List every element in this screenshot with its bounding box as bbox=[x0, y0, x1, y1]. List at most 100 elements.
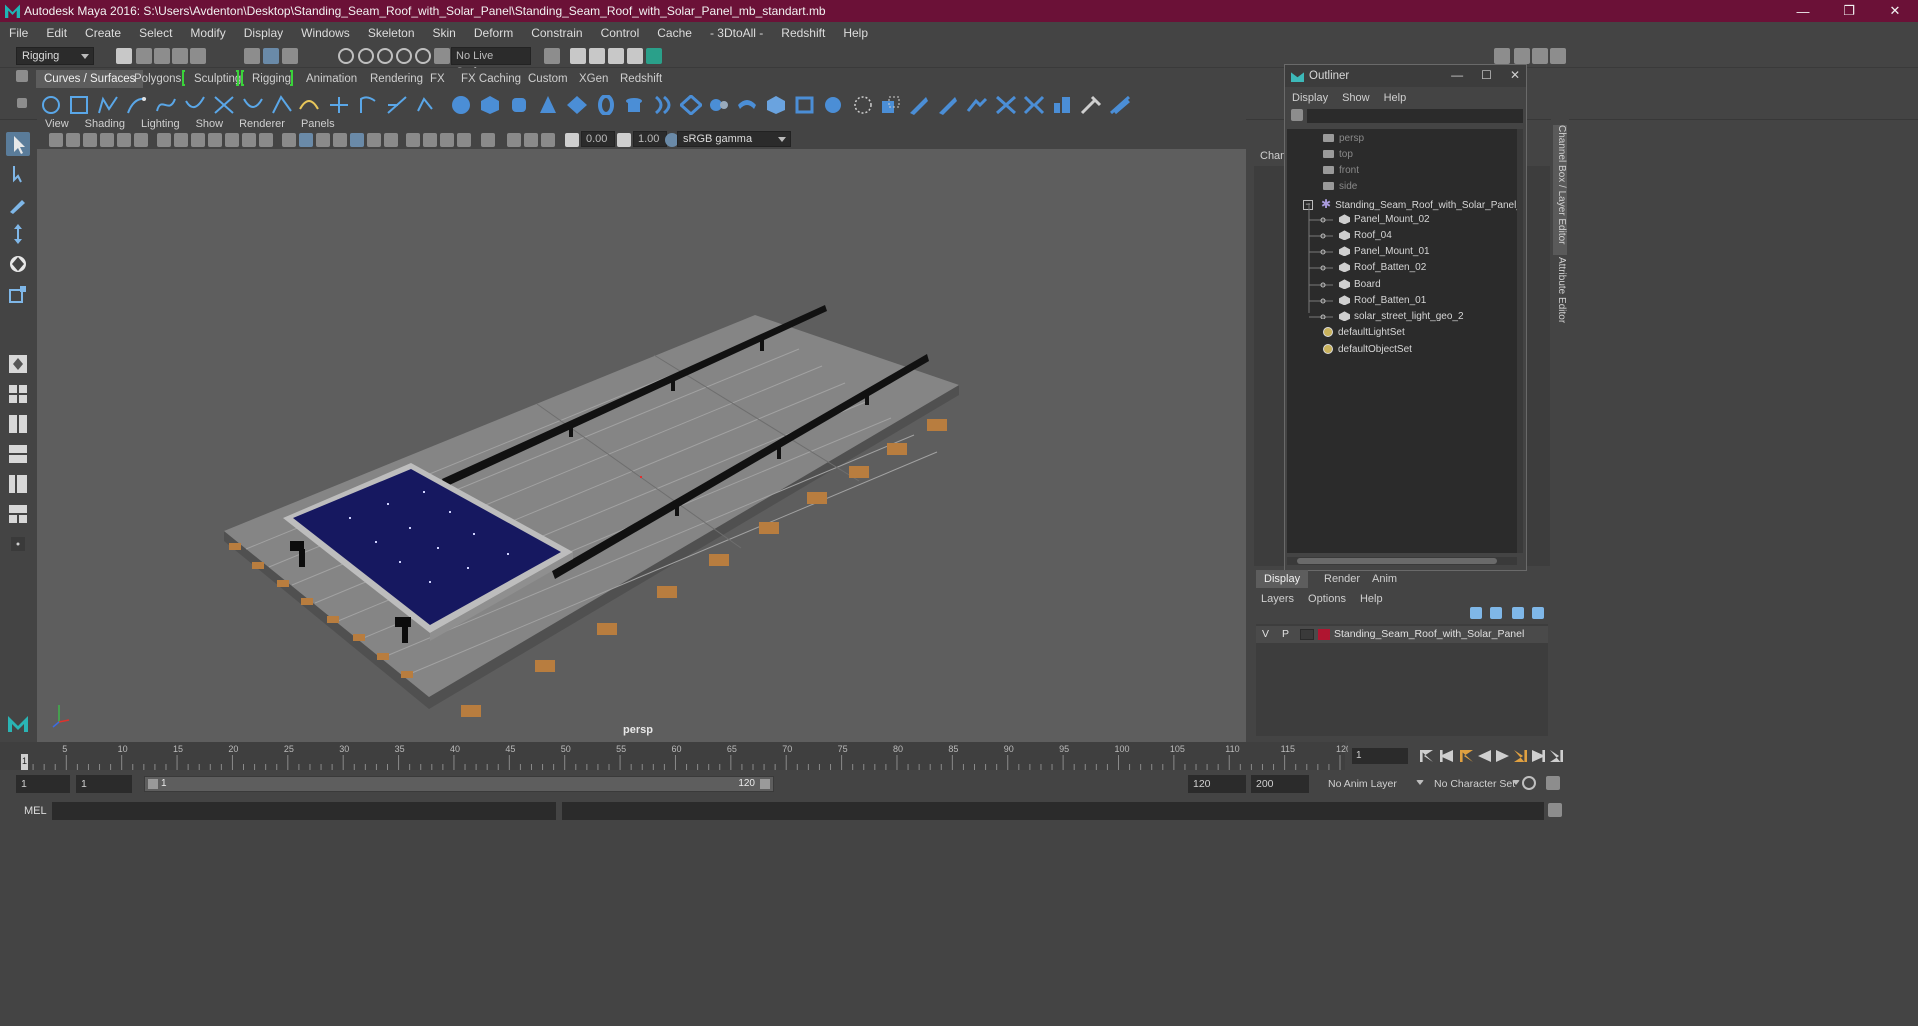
toggle-channel-box-icon[interactable] bbox=[1550, 48, 1566, 64]
outliner-scroll-thumb[interactable] bbox=[1297, 558, 1497, 564]
isolate-select-icon[interactable] bbox=[457, 133, 471, 147]
tab-fx-caching[interactable]: FX Caching bbox=[453, 70, 529, 88]
maya-home-icon[interactable] bbox=[6, 710, 30, 734]
detach-surfaces-icon[interactable] bbox=[995, 95, 1017, 115]
align-surfaces-icon[interactable] bbox=[1023, 95, 1045, 115]
camera-attributes-icon[interactable] bbox=[66, 133, 80, 147]
nurbs-sphere-icon[interactable] bbox=[450, 95, 472, 115]
menu-windows[interactable]: Windows bbox=[292, 26, 359, 40]
command-language-label[interactable]: MEL bbox=[24, 805, 47, 817]
snap-view-plane-icon[interactable] bbox=[396, 48, 412, 64]
lasso-tool-icon[interactable] bbox=[6, 162, 30, 186]
film-gate-icon[interactable] bbox=[174, 133, 188, 147]
safe-action-icon[interactable] bbox=[242, 133, 256, 147]
square-surface-icon[interactable] bbox=[823, 95, 845, 115]
textured-icon[interactable] bbox=[333, 133, 347, 147]
vp-menu-renderer[interactable]: Renderer bbox=[231, 118, 293, 130]
vp-menu-show[interactable]: Show bbox=[188, 118, 232, 130]
motion-blur-icon[interactable] bbox=[406, 133, 420, 147]
toolbox-more-icon[interactable] bbox=[6, 532, 30, 556]
range-bar[interactable]: 1 120 bbox=[144, 776, 774, 792]
anim-layer-selector[interactable]: No Anim Layer bbox=[1328, 778, 1397, 790]
layer-menu-help[interactable]: Help bbox=[1353, 590, 1390, 608]
new-layer-from-selected-icon[interactable] bbox=[1532, 607, 1544, 619]
bezier-curve-icon[interactable] bbox=[155, 95, 177, 115]
birail-icon[interactable] bbox=[736, 95, 758, 115]
gamma-icon[interactable] bbox=[617, 133, 631, 147]
safe-title-icon[interactable] bbox=[259, 133, 273, 147]
save-scene-icon[interactable] bbox=[154, 48, 170, 64]
command-input[interactable] bbox=[52, 802, 556, 820]
outliner-menu-display[interactable]: Display bbox=[1285, 89, 1335, 107]
depth-of-field-icon[interactable] bbox=[440, 133, 454, 147]
vp-menu-view[interactable]: View bbox=[37, 118, 77, 130]
menu-deform[interactable]: Deform bbox=[465, 26, 522, 40]
use-all-lights-icon[interactable] bbox=[350, 133, 364, 147]
tab-layer-anim[interactable]: Anim bbox=[1364, 570, 1405, 588]
play-forwards-icon[interactable] bbox=[1496, 750, 1509, 762]
menu-constrain[interactable]: Constrain bbox=[522, 26, 591, 40]
layer-menu-options[interactable]: Options bbox=[1301, 590, 1353, 608]
side-by-side-layout-icon[interactable] bbox=[6, 412, 30, 436]
outliner-item[interactable]: defaultLightSet bbox=[1323, 325, 1405, 341]
shelf-options-icon[interactable] bbox=[17, 98, 27, 108]
step-back-frame-icon[interactable] bbox=[1440, 750, 1453, 762]
menu-help[interactable]: Help bbox=[834, 26, 877, 40]
minimize-button[interactable]: — bbox=[1780, 0, 1826, 22]
snap-curve-icon[interactable] bbox=[358, 48, 374, 64]
rebuild-curve-icon[interactable] bbox=[386, 95, 408, 115]
detach-curves-icon[interactable] bbox=[271, 95, 293, 115]
outliner-item[interactable]: front bbox=[1323, 163, 1359, 179]
open-scene-icon[interactable] bbox=[136, 48, 152, 64]
outliner-item[interactable]: solar_street_light_geo_2 bbox=[1339, 309, 1464, 325]
toggle-attribute-icon[interactable] bbox=[1532, 48, 1548, 64]
play-backwards-icon[interactable] bbox=[1478, 750, 1491, 762]
resolution-gate-icon[interactable] bbox=[191, 133, 205, 147]
script-editor-icon[interactable] bbox=[1548, 803, 1562, 817]
bookmarks-icon[interactable] bbox=[83, 133, 97, 147]
undo-icon[interactable] bbox=[172, 48, 188, 64]
outliner-item[interactable]: top bbox=[1323, 147, 1353, 163]
chevron-down-icon[interactable] bbox=[1416, 780, 1424, 785]
menu-cache[interactable]: Cache bbox=[648, 26, 701, 40]
layer-menu-layers[interactable]: Layers bbox=[1254, 590, 1301, 608]
new-layer-icon[interactable] bbox=[1512, 607, 1524, 619]
nurbs-square-icon[interactable] bbox=[68, 95, 90, 115]
vp-menu-panels[interactable]: Panels bbox=[293, 118, 343, 130]
toggle-panel-icon[interactable] bbox=[1514, 48, 1530, 64]
perspective-viewport[interactable]: persp bbox=[37, 149, 1246, 742]
menu-control[interactable]: Control bbox=[592, 26, 649, 40]
attach-curves-icon[interactable] bbox=[242, 95, 264, 115]
layer-display-type-toggle[interactable] bbox=[1300, 629, 1314, 640]
menu-create[interactable]: Create bbox=[76, 26, 130, 40]
sculpt-geometry-icon[interactable] bbox=[1080, 95, 1102, 115]
tab-attribute-editor[interactable]: Attribute Editor bbox=[1553, 257, 1567, 329]
grid-icon[interactable] bbox=[157, 133, 171, 147]
exposure-icon[interactable] bbox=[565, 133, 579, 147]
arc-tool-icon[interactable] bbox=[213, 95, 235, 115]
outliner-item[interactable]: Roof_Batten_02 bbox=[1339, 260, 1426, 276]
attach-surfaces-icon[interactable] bbox=[966, 95, 988, 115]
time-slider[interactable]: 5 10 15 20 25 30 35 40 45 50 55 60 65 70 75 80 85 90 95 100… bbox=[0, 742, 1351, 770]
ambient-occlusion-icon[interactable] bbox=[384, 133, 398, 147]
menu-file[interactable]: File bbox=[0, 26, 37, 40]
redo-icon[interactable] bbox=[190, 48, 206, 64]
vp-menu-lighting[interactable]: Lighting bbox=[133, 118, 188, 130]
select-tool-icon[interactable] bbox=[6, 132, 30, 156]
range-start-handle[interactable] bbox=[148, 779, 158, 789]
outliner-menu-show[interactable]: Show bbox=[1335, 89, 1377, 107]
outliner-item[interactable]: Panel_Mount_02 bbox=[1339, 212, 1430, 228]
loft-icon[interactable] bbox=[652, 95, 674, 115]
tab-redshift[interactable]: Redshift bbox=[612, 70, 670, 88]
insert-knot-icon[interactable] bbox=[298, 95, 320, 115]
field-chart-icon[interactable] bbox=[225, 133, 239, 147]
surface-editing-icon[interactable] bbox=[1109, 95, 1131, 115]
move-layer-down-icon[interactable] bbox=[1490, 607, 1502, 619]
backface-culling-icon[interactable] bbox=[541, 133, 555, 147]
snap-magnet-icon[interactable] bbox=[434, 48, 450, 64]
offset-curve-icon[interactable] bbox=[357, 95, 379, 115]
move-tool-icon[interactable] bbox=[6, 222, 30, 246]
tab-fx[interactable]: FX bbox=[422, 70, 453, 88]
gate-mask-icon[interactable] bbox=[208, 133, 222, 147]
outliner-item[interactable]: defaultObjectSet bbox=[1323, 342, 1412, 358]
